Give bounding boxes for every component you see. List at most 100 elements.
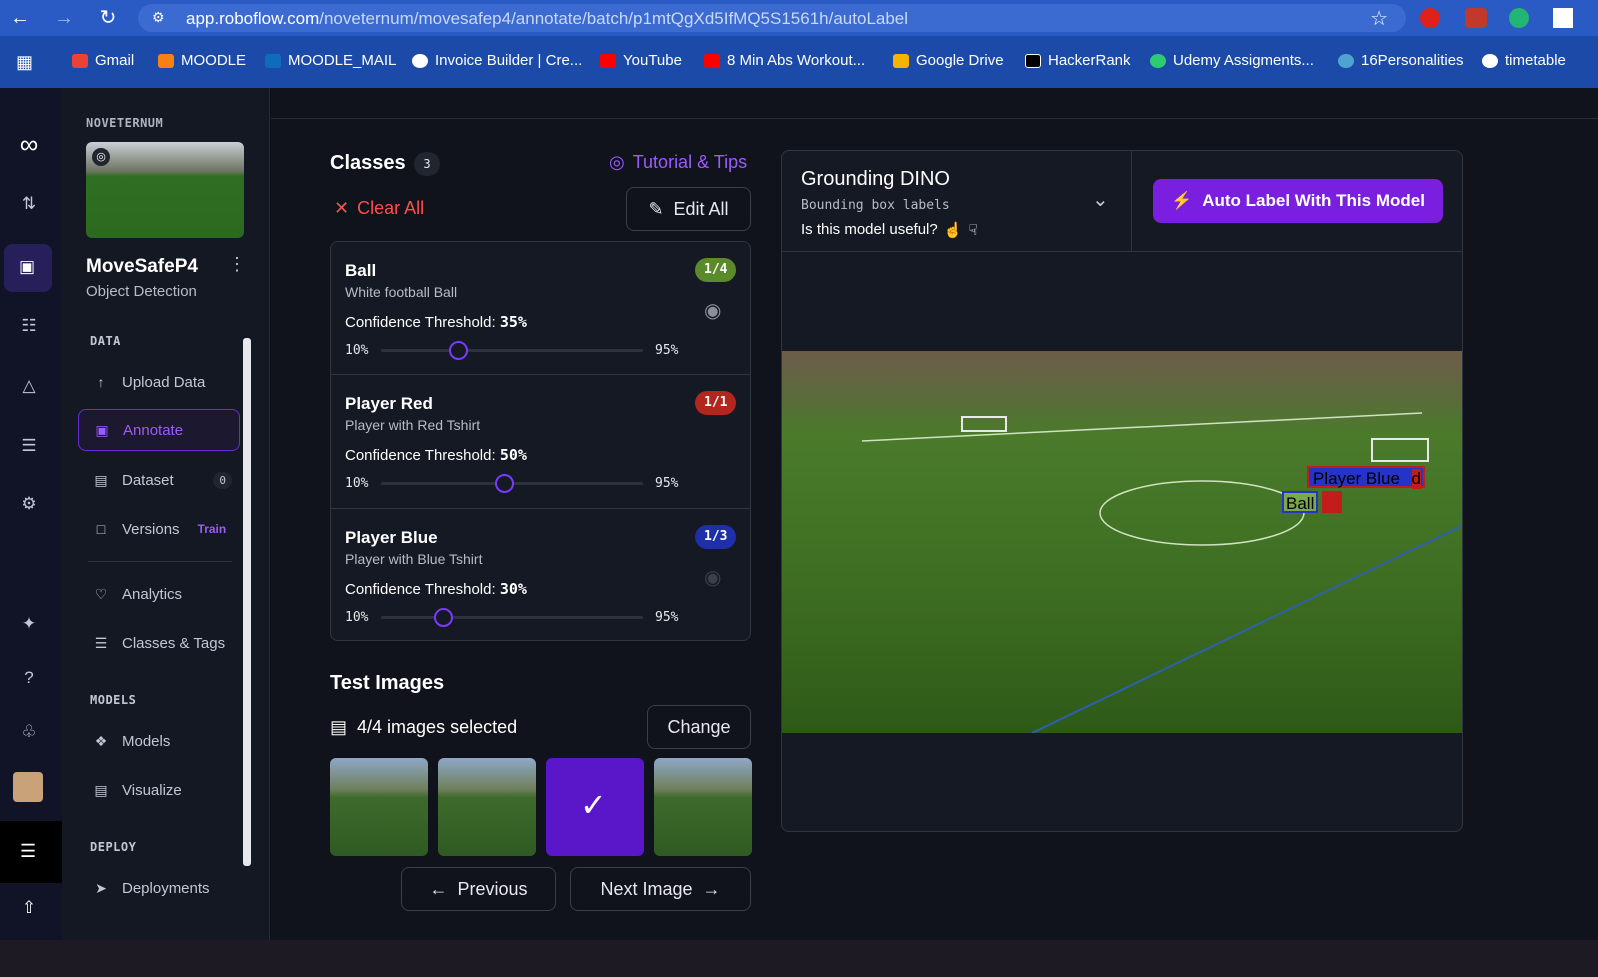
header-divider [271,118,1598,119]
bookmark-gmail[interactable]: Gmail [72,52,134,69]
bookmark-moodle-mail[interactable]: MOODLE_MAIL [265,52,396,69]
annotate-icon: ▣ [95,421,109,438]
sidebar-item-versions[interactable]: □ Versions Train [78,508,240,550]
sidebar-item-upload[interactable]: ↑ Upload Data [78,361,240,403]
eye-off-icon[interactable]: ◉ [704,565,721,590]
bbox-player-red[interactable] [1322,491,1342,513]
auto-label-button[interactable]: ⚡ Auto Label With This Model [1153,179,1443,223]
class-name: Player Blue [345,528,438,547]
apps-icon[interactable]: ▦ [16,52,33,73]
confidence-slider[interactable] [381,608,643,627]
sidebar-item-visualize[interactable]: ▤ Visualize [78,769,240,811]
outlook-icon [265,53,281,68]
bookmark-invoice[interactable]: Invoice Builder | Cre... [412,52,582,69]
bookmark-udemy[interactable]: Udemy Assigments... [1150,52,1314,69]
sidebar-item-analytics[interactable]: ♡ Analytics [78,573,240,615]
class-name: Ball [345,261,377,280]
arrow-left-icon: ← [429,878,448,899]
visualize-icon: ▤ [94,781,108,798]
model-name: Grounding DINO [801,168,950,190]
main-content: Classes 3 ◎ Tutorial & Tips ✕ Clear All ✎ E… [271,88,1598,940]
confidence-slider[interactable] [381,474,643,493]
projects-icon[interactable]: ▣ [4,244,52,292]
workspace-name: NOVETERNUM [86,116,164,130]
avatar[interactable] [13,772,43,802]
class-count-badge: 1/4 [695,258,737,282]
sidebar-scrollbar[interactable] [243,338,251,866]
chevron-down-icon[interactable]: ⌄ [1092,187,1109,212]
classes-list: Ball White football Ball Confidence Thre… [330,241,751,641]
train-badge[interactable]: Train [198,522,227,536]
clear-all-button[interactable]: ✕ Clear All [334,198,424,219]
tutorial-link[interactable]: ◎ Tutorial & Tips [609,152,747,173]
explore-icon[interactable]: ✦ [15,610,43,638]
roboflow-logo-icon[interactable]: ∞ [15,130,43,158]
section-deploy: DEPLOY [90,840,137,854]
test-image-thumbnail[interactable] [330,758,428,856]
bookmark-star-icon[interactable]: ☆ [1370,6,1388,31]
thumbs-up-icon[interactable]: ☝ [944,221,963,239]
test-image-thumbnail[interactable] [654,758,752,856]
confidence-slider[interactable] [381,341,643,360]
workflow-icon[interactable]: ☷ [15,312,43,340]
sidebar-item-models[interactable]: ❖ Models [78,720,240,762]
sidebar-item-annotate[interactable]: ▣ Annotate [78,409,240,451]
bookmark-16personalities[interactable]: 16Personalities [1338,52,1464,69]
close-icon: ✕ [334,198,350,218]
thumbs-down-icon[interactable]: ☟ [968,221,977,239]
bookmark-timetable[interactable]: timetable [1482,52,1566,69]
project-menu-icon[interactable]: ⋮ [228,254,246,275]
project-name: MoveSafeP4 [86,256,198,277]
test-image-thumbnail-selected[interactable]: ✓ [546,758,644,856]
test-image-thumbnail[interactable] [438,758,536,856]
slider-knob[interactable] [449,341,469,360]
site-info-icon[interactable]: ⚙ [152,9,165,26]
dataset-count-badge: 0 [213,471,232,489]
reload-icon[interactable]: ↻ [96,6,120,30]
sort-icon[interactable]: ⇅ [15,190,43,218]
next-image-button[interactable]: Next Image → [570,867,751,911]
project-thumbnail[interactable]: ◎ [86,142,244,238]
bbox-ball[interactable]: Ball [1282,491,1318,513]
model-subtitle: Bounding box labels [801,198,950,213]
sidebar-item-classes-tags[interactable]: ☰ Classes & Tags [78,622,240,664]
model-selector[interactable]: Grounding DINO Bounding box labels Is th… [782,151,1132,251]
edit-all-button[interactable]: ✎ Edit All [626,187,751,231]
pencil-icon: ✎ [648,198,664,219]
slider-knob[interactable] [433,608,453,627]
extension-icon[interactable] [1420,8,1440,28]
grammarly-icon[interactable] [1509,8,1529,28]
change-images-button[interactable]: Change [647,705,751,749]
eye-icon[interactable]: ◉ [704,298,721,323]
sidebar-item-deployments[interactable]: ➤ Deployments [78,867,240,909]
image-icon: ▤ [94,471,108,488]
chart-icon[interactable]: △ [15,372,43,400]
stack-icon[interactable]: ☰ [0,821,62,883]
extension-icon[interactable] [1553,8,1573,28]
back-icon[interactable]: ← [8,6,32,30]
bbox-player-blue[interactable]: Player Blue d [1307,466,1425,489]
versions-icon: □ [96,521,106,537]
slider-knob[interactable] [495,474,515,493]
storage-icon[interactable]: ☰ [15,432,43,460]
extension-icon[interactable] [1465,8,1487,28]
heart-chart-icon: ♡ [94,585,108,602]
slider-min-label: 10% [345,343,369,358]
forward-icon[interactable]: → [52,6,76,30]
bell-icon[interactable]: ♧ [15,718,43,746]
bookmark-abs-workout[interactable]: 8 Min Abs Workout... [704,52,865,69]
model-panel: Grounding DINO Bounding box labels Is th… [781,150,1463,832]
settings-icon[interactable]: ⚙ [15,490,43,518]
help-icon[interactable]: ? [15,664,43,692]
bookmark-hackerrank[interactable]: HackerRank [1025,52,1131,69]
confidence-label: Confidence Threshold: 30% [345,580,527,598]
class-name: Player Red [345,394,433,413]
bookmark-google-drive[interactable]: Google Drive [893,52,1004,69]
bookmark-moodle[interactable]: MOODLE [158,52,246,69]
sidebar-item-dataset[interactable]: ▤ Dataset 0 [78,459,240,501]
class-description: White football Ball [345,284,458,300]
address-bar[interactable]: ⚙ app.roboflow.com/noveternum/movesafep4… [138,4,1406,32]
upload-icon[interactable]: ⇧ [15,894,43,922]
bookmark-youtube[interactable]: YouTube [600,52,682,69]
previous-button[interactable]: ← Previous [401,867,556,911]
